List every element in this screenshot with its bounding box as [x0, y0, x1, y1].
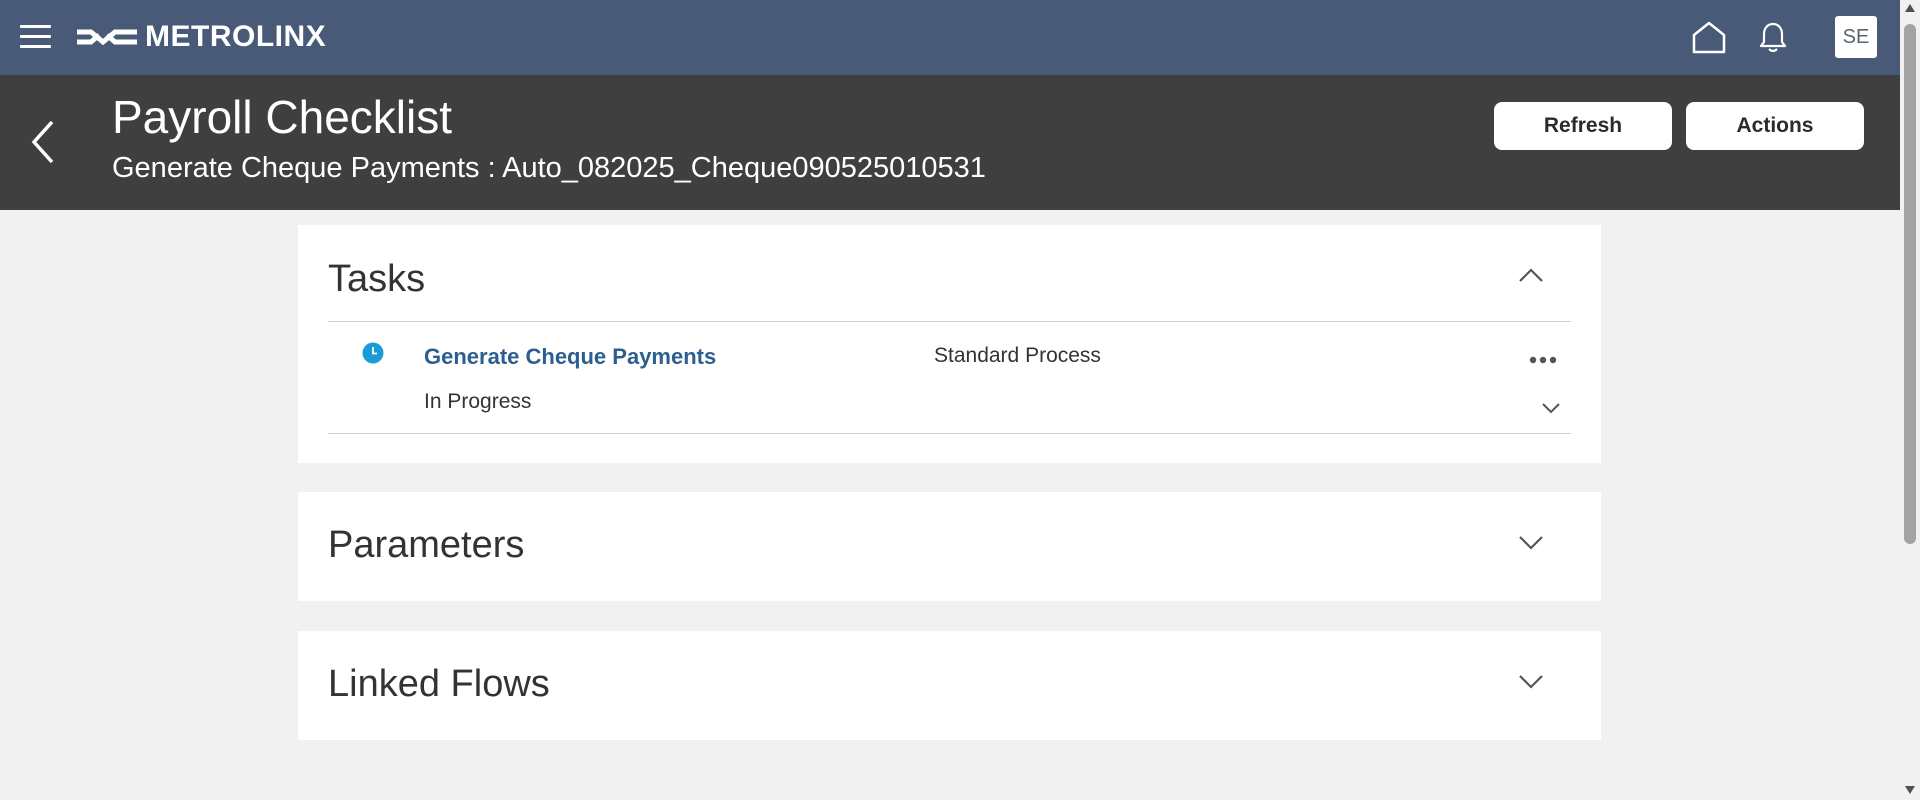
bell-icon[interactable]	[1758, 20, 1788, 54]
task-status: In Progress	[424, 390, 532, 413]
parameters-panel: Parameters	[298, 492, 1601, 601]
back-chevron-left-icon[interactable]	[28, 118, 58, 166]
metrolinx-logo-icon	[77, 29, 137, 46]
linked-flows-panel-title: Linked Flows	[328, 663, 550, 705]
tasks-panel-title: Tasks	[328, 258, 426, 300]
task-type: Standard Process	[934, 344, 1101, 367]
page-subtitle: Generate Cheque Payments : Auto_082025_C…	[112, 152, 986, 184]
brand-logo[interactable]: METROLINX	[75, 20, 326, 54]
actions-button[interactable]: Actions	[1686, 102, 1864, 150]
user-avatar[interactable]: SE	[1835, 16, 1877, 58]
tasks-panel: Tasks Generate Cheque Payments Standard …	[298, 225, 1601, 463]
top-nav-bar: METROLINX SE	[0, 0, 1900, 75]
page-title: Payroll Checklist	[112, 91, 452, 143]
expand-row-chevron-down-icon[interactable]	[1541, 402, 1561, 414]
collapse-chevron-up-icon[interactable]	[1518, 267, 1544, 283]
divider	[328, 321, 1571, 322]
clock-icon	[362, 342, 384, 364]
scrollbar-thumb[interactable]	[1904, 24, 1916, 544]
refresh-button[interactable]: Refresh	[1494, 102, 1672, 150]
brand-name: METROLINX	[145, 20, 327, 53]
home-icon[interactable]	[1690, 18, 1728, 56]
more-actions-ellipsis-icon[interactable]	[1529, 356, 1557, 364]
scroll-up-arrow-icon[interactable]	[1905, 4, 1915, 12]
expand-chevron-down-icon[interactable]	[1518, 674, 1544, 690]
scroll-down-arrow-icon[interactable]	[1905, 786, 1915, 794]
hamburger-menu-icon[interactable]	[20, 25, 51, 49]
task-link-generate-cheque-payments[interactable]: Generate Cheque Payments	[424, 344, 716, 370]
divider	[328, 433, 1571, 434]
expand-chevron-down-icon[interactable]	[1518, 535, 1544, 551]
linked-flows-panel: Linked Flows	[298, 631, 1601, 740]
parameters-panel-title: Parameters	[328, 524, 525, 566]
vertical-scrollbar[interactable]	[1900, 0, 1920, 800]
